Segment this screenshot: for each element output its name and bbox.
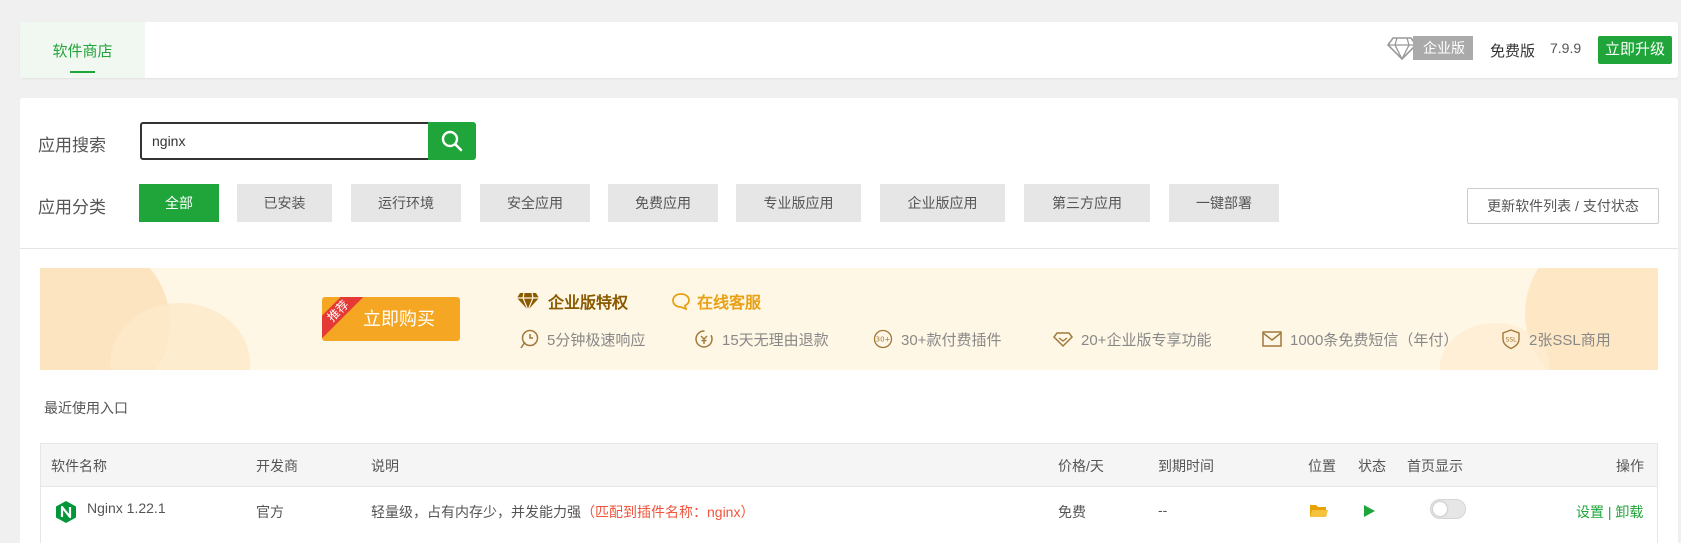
feature-enterprise-exclusive: 20+企业版专享功能 (1052, 328, 1211, 350)
enterprise-badge[interactable]: 企业版 (1387, 36, 1473, 60)
divider (20, 248, 1678, 249)
category-installed[interactable]: 已安装 (237, 184, 332, 222)
online-service-label: 在线客服 (697, 295, 762, 312)
category-all[interactable]: 全部 (139, 184, 219, 222)
diamond-outline-icon (1053, 332, 1073, 348)
software-price: 免费 (1058, 504, 1086, 520)
ssl-badge-text: SSL (1506, 337, 1518, 344)
search-label: 应用搜索 (38, 136, 106, 155)
homepage-display-toggle[interactable] (1430, 499, 1466, 519)
mail-icon (1262, 331, 1282, 347)
search-icon (441, 130, 463, 152)
folder-icon[interactable] (1309, 503, 1329, 519)
version-label: 7.9.9 (1550, 40, 1582, 56)
category-free[interactable]: 免费应用 (608, 184, 718, 222)
category-third-party[interactable]: 第三方应用 (1024, 184, 1150, 222)
col-price: 价格/天 (1058, 458, 1104, 474)
search-input[interactable] (140, 122, 430, 160)
feature-ssl: SSL 2张SSL商用 (1500, 328, 1611, 350)
online-service-link[interactable]: 在线客服 (671, 289, 761, 313)
category-runtime[interactable]: 运行环境 (351, 184, 461, 222)
software-name[interactable]: Nginx 1.22.1 (87, 500, 166, 516)
feature-label: 20+企业版专享功能 (1081, 331, 1212, 349)
category-security[interactable]: 安全应用 (480, 184, 590, 222)
col-description: 说明 (371, 458, 399, 474)
table-header: 软件名称 开发商 说明 价格/天 到期时间 位置 状态 首页显示 操作 (41, 444, 1657, 487)
crown-icon (517, 292, 539, 311)
col-expire: 到期时间 (1158, 458, 1214, 474)
refresh-list-button[interactable]: 更新软件列表 / 支付状态 (1467, 188, 1659, 224)
tab-software-store[interactable]: 软件商店 (20, 22, 145, 78)
feature-label: 5分钟极速响应 (547, 331, 646, 349)
feature-refund: 15天无理由退款 (693, 328, 829, 350)
software-table: 软件名称 开发商 说明 价格/天 到期时间 位置 状态 首页显示 操作 Ngin… (40, 443, 1658, 543)
feature-label: 2张SSL商用 (1529, 331, 1611, 349)
action-separator: | (1607, 504, 1612, 520)
col-homepage: 首页显示 (1407, 458, 1463, 474)
recent-entry-label: 最近使用入口 (44, 400, 128, 416)
ssl-shield-icon: SSL (1502, 329, 1520, 350)
col-position: 位置 (1308, 458, 1336, 474)
enterprise-privilege: 企业版特权 (516, 289, 628, 313)
chat-icon (672, 293, 690, 310)
software-description: 轻量级，占有内存少，并发能力强（匹配到插件名称：nginx） (371, 502, 754, 522)
software-developer: 官方 (256, 504, 284, 520)
plugins-count-badge-text: 30+ (876, 336, 891, 344)
free-edition-label: 免费版 (1490, 43, 1536, 60)
row-actions: 设置 | 卸载 (1576, 502, 1643, 522)
feature-paid-plugins: 30+ 30+款付费插件 (872, 328, 1001, 350)
feature-fast-response: 5分钟极速响应 (518, 328, 645, 350)
top-bar: 软件商店 企业版 免费版 7.9.9 立即升级 (20, 22, 1678, 78)
feature-label: 15天无理由退款 (722, 331, 829, 349)
main-panel: 应用搜索 应用分类 全部 已安装 运行环境 安全应用 免费应用 专业版应用 企业… (20, 98, 1678, 543)
nginx-logo-icon (56, 501, 76, 523)
category-enterprise[interactable]: 企业版应用 (880, 184, 1005, 222)
refund-icon (695, 330, 713, 348)
buy-now-label: 立即购买 (363, 309, 435, 329)
feature-free-sms: 1000条免费短信（年付） (1261, 328, 1458, 350)
enterprise-label: 企业版 (1413, 36, 1473, 60)
privilege-title: 企业版特权 (548, 295, 629, 312)
buy-now-button[interactable]: 推荐 立即购买 (322, 297, 460, 341)
search-button[interactable] (428, 122, 476, 160)
play-icon[interactable] (1362, 504, 1376, 518)
upgrade-button[interactable]: 立即升级 (1598, 36, 1672, 64)
category-one-click-deploy[interactable]: 一键部署 (1169, 184, 1279, 222)
category-label: 应用分类 (38, 198, 106, 217)
software-expire: -- (1158, 502, 1168, 518)
category-pro[interactable]: 专业版应用 (736, 184, 861, 222)
col-actions: 操作 (1616, 458, 1644, 474)
match-hint: （匹配到插件名称：nginx） (581, 504, 755, 520)
col-developer: 开发商 (256, 458, 298, 474)
plugins-count-icon: 30+ (873, 329, 893, 349)
col-name: 软件名称 (51, 458, 107, 474)
recommend-ribbon: 推荐 (322, 297, 365, 338)
description-text: 轻量级，占有内存少，并发能力强 (371, 504, 581, 520)
uninstall-link[interactable]: 卸载 (1615, 504, 1643, 520)
clock-icon (520, 329, 539, 349)
feature-label: 30+款付费插件 (901, 331, 1002, 349)
settings-link[interactable]: 设置 (1576, 504, 1604, 520)
col-status: 状态 (1358, 458, 1386, 474)
feature-label: 1000条免费短信（年付） (1290, 331, 1459, 349)
enterprise-banner: 推荐 立即购买 企业版特权 在线客服 5分钟极速响应 15天无理由退款 30+ (40, 268, 1658, 370)
